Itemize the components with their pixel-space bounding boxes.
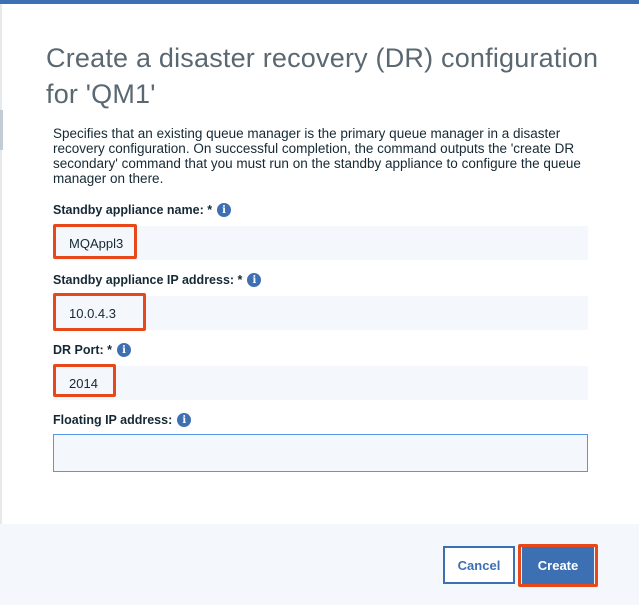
info-icon[interactable]: i <box>177 413 192 427</box>
info-icon[interactable]: i <box>217 203 232 217</box>
floating-ip-label-text: Floating IP address: <box>53 413 173 427</box>
floating-ip-input[interactable] <box>53 434 588 472</box>
dr-port-label: DR Port: * i <box>53 343 132 357</box>
floating-ip-label: Floating IP address: i <box>53 413 192 427</box>
info-icon[interactable]: i <box>117 343 132 357</box>
highlight-box <box>53 364 116 397</box>
standby-name-label-text: Standby appliance name: * <box>53 203 213 217</box>
background-panel-edge <box>0 4 2 524</box>
dialog-title: Create a disaster recovery (DR) configur… <box>46 43 599 109</box>
highlight-box <box>53 224 137 259</box>
dr-port-input[interactable] <box>53 366 588 400</box>
top-accent-bar <box>0 0 639 4</box>
standby-ip-label: Standby appliance IP address: * i <box>53 273 262 287</box>
standby-ip-label-text: Standby appliance IP address: * <box>53 273 243 287</box>
dr-port-label-text: DR Port: * <box>53 343 113 357</box>
standby-name-label: Standby appliance name: * i <box>53 203 232 217</box>
dialog-description: Specifies that an existing queue manager… <box>53 126 581 186</box>
cancel-button[interactable]: Cancel <box>443 546 515 584</box>
background-row-marker <box>0 110 3 150</box>
highlight-box <box>518 544 598 587</box>
info-icon[interactable]: i <box>247 273 262 287</box>
highlight-box <box>53 293 146 331</box>
